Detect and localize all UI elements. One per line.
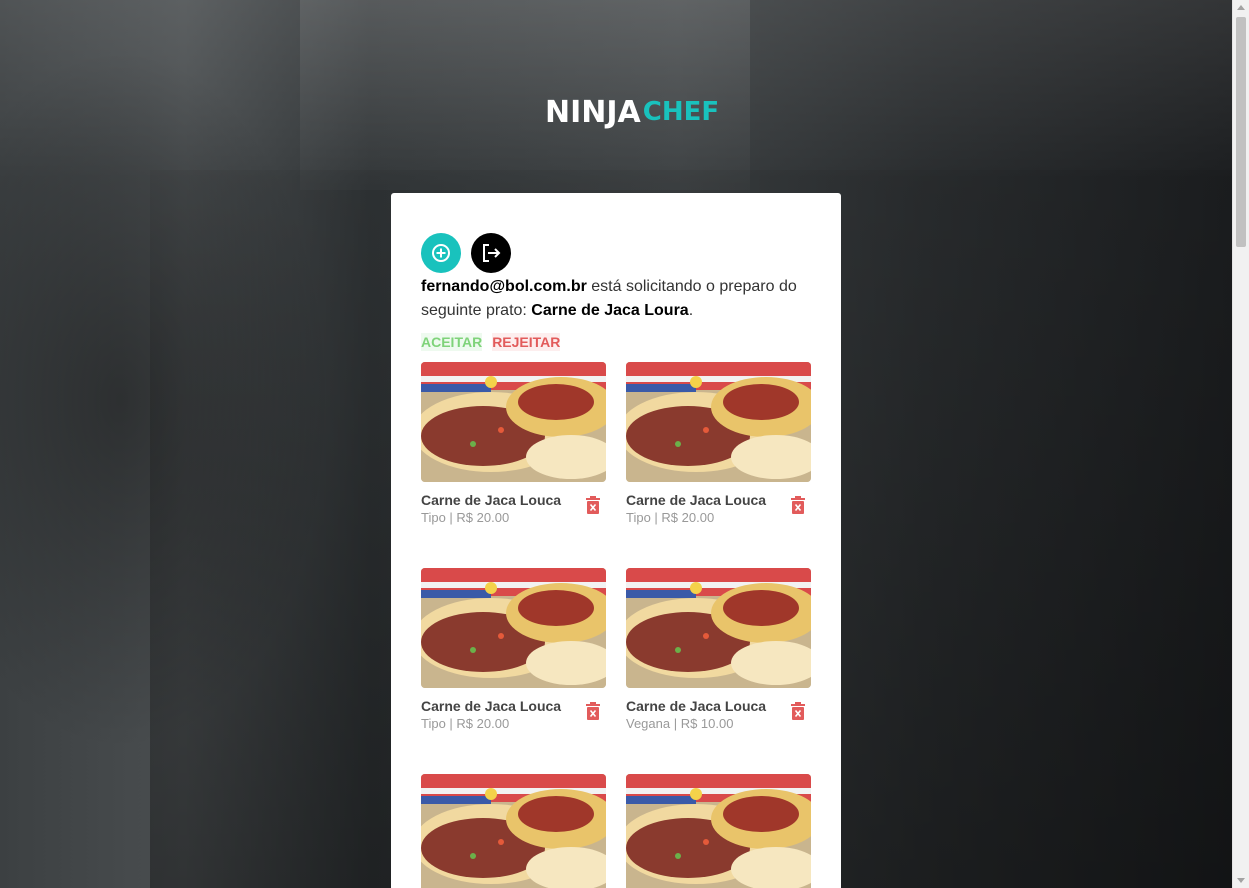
dish-photo bbox=[421, 362, 606, 482]
dish-text: Carne de Jaca Louca Vegana | R$ 10.00 bbox=[626, 698, 766, 732]
dish-text: Carne de Jaca Louca Tipo | R$ 20.00 bbox=[421, 492, 561, 526]
scroll-thumb[interactable] bbox=[1236, 17, 1246, 247]
dish-card[interactable]: Carne de Jaca Louca Tipo | R$ 20.00 bbox=[421, 568, 606, 732]
trash-icon[interactable] bbox=[791, 496, 805, 514]
dish-photo bbox=[421, 568, 606, 688]
dish-meta: Tipo | R$ 20.00 bbox=[421, 716, 510, 731]
dish-name: Carne de Jaca Louca bbox=[421, 492, 562, 508]
dish-name: Carne de Jaca Louca bbox=[626, 698, 767, 714]
trash-icon[interactable] bbox=[586, 496, 600, 514]
dish-meta: Vegana | R$ 10.00 bbox=[626, 716, 734, 731]
dish-info: Carne de Jaca Louca Tipo | R$ 20.00 bbox=[421, 492, 606, 526]
dish-photo bbox=[626, 774, 811, 888]
dish-text: Carne de Jaca Louca Tipo | R$ 20.00 bbox=[626, 492, 766, 526]
trash-icon[interactable] bbox=[791, 702, 805, 720]
logo-text-chef: CHEF bbox=[642, 97, 720, 127]
logout-icon bbox=[483, 244, 501, 262]
dish-card[interactable]: Carne de Jaca Louca Tipo | R$ 20.00 bbox=[626, 362, 811, 526]
decision-actions: ACEITAR REJEITAR bbox=[421, 333, 811, 351]
dashboard-card: fernando@bol.com.br está solicitando o p… bbox=[391, 193, 841, 888]
plus-circle-icon bbox=[432, 244, 450, 262]
dish-info: Carne de Jaca Louca Tipo | R$ 20.00 bbox=[421, 698, 606, 732]
scroll-up-arrow[interactable] bbox=[1237, 5, 1245, 10]
dish-card[interactable]: Carne de Jaca Louca Vegana | R$ 10.00 bbox=[626, 568, 811, 732]
dish-meta: Tipo | R$ 20.00 bbox=[421, 510, 510, 525]
dish-text: Carne de Jaca Louca Tipo | R$ 20.00 bbox=[421, 698, 561, 732]
logo-text-ninja: NINJA bbox=[545, 94, 641, 130]
order-request-message: fernando@bol.com.br está solicitando o p… bbox=[421, 275, 811, 323]
dish-info: Carne de Jaca Louca Vegana | R$ 10.00 bbox=[626, 698, 811, 732]
dish-info: Carne de Jaca Louca Tipo | R$ 20.00 bbox=[626, 492, 811, 526]
dish-photo bbox=[626, 568, 811, 688]
requester-email: fernando@bol.com.br bbox=[421, 278, 587, 295]
dish-meta: Tipo | R$ 20.00 bbox=[626, 510, 715, 525]
page-scrollbar[interactable] bbox=[1232, 0, 1249, 888]
logout-button[interactable] bbox=[471, 233, 511, 273]
requested-dish: Carne de Jaca Loura bbox=[531, 302, 689, 319]
trash-icon[interactable] bbox=[586, 702, 600, 720]
dish-name: Carne de Jaca Louca bbox=[421, 698, 562, 714]
reject-button[interactable]: REJEITAR bbox=[492, 333, 561, 351]
dish-card[interactable]: Carne de Jaca Louca Tipo | R$ 20.00 bbox=[421, 362, 606, 526]
dish-name: Carne de Jaca Louca bbox=[626, 492, 767, 508]
dish-card[interactable] bbox=[421, 774, 606, 888]
accept-button[interactable]: ACEITAR bbox=[421, 333, 483, 351]
add-dish-button[interactable] bbox=[421, 233, 461, 273]
dish-photo bbox=[626, 362, 811, 482]
top-actions bbox=[421, 233, 811, 273]
request-end: . bbox=[688, 302, 694, 319]
ninjachef-logo[interactable]: NINJA CHEF bbox=[545, 88, 719, 136]
dish-card[interactable] bbox=[626, 774, 811, 888]
dish-photo bbox=[421, 774, 606, 888]
scroll-down-arrow[interactable] bbox=[1237, 878, 1245, 883]
dish-grid: Carne de Jaca Louca Tipo | R$ 20.00 Carn… bbox=[421, 362, 811, 888]
